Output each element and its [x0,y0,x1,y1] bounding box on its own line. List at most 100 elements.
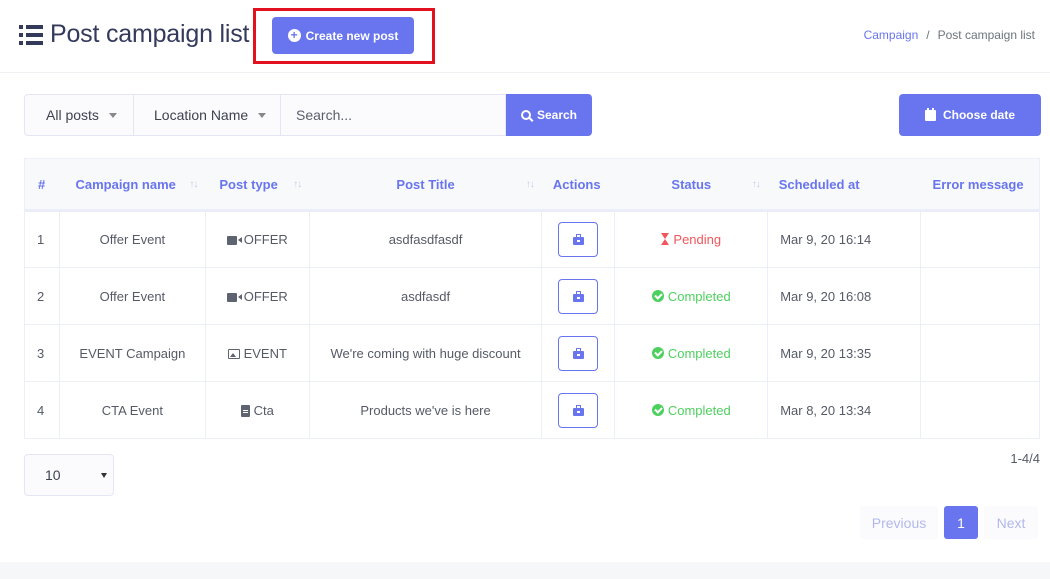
calendar-icon [924,107,936,121]
search-button[interactable]: Search [506,94,592,136]
post-title: We're coming with huge discount [308,324,543,382]
row-number: 1 [24,210,60,268]
column-header-post-title[interactable]: Post Title ↑↓ [309,158,542,212]
page-title: Post campaign list [50,20,250,48]
row-number: 4 [24,381,60,439]
scheduled-at: Mar 9, 20 16:14 [767,210,922,268]
action-button[interactable] [558,278,599,314]
check-circle-icon [651,289,664,302]
campaign-name: Offer Event [58,267,206,325]
page: Post campaign list + Create new post Cam… [0,0,1050,562]
caret-down-icon [101,473,107,478]
status-badge: Completed [667,345,731,361]
page-number-button[interactable]: 1 [944,506,978,539]
column-header-scheduled-at: Scheduled at [767,158,921,212]
create-new-post-label: Create new post [305,28,399,43]
post-type: OFFER [204,210,310,268]
sort-icon[interactable]: ↑↓ [752,179,761,190]
table-row: 1 Offer Event OFFER asdfasdfasdf Pending… [24,210,1040,268]
check-circle-icon [651,403,664,416]
scheduled-at: Mar 9, 20 13:35 [767,324,922,382]
page-size-value: 10 [45,467,61,483]
column-header-post-type[interactable]: Post type ↑↓ [205,158,310,212]
scheduled-at: Mar 9, 20 16:08 [767,267,922,325]
actions-cell [541,210,616,268]
briefcase-icon [573,234,585,245]
post-campaign-table: # Campaign name ↑↓ Post type ↑↓ Post Title… [24,158,1040,439]
title-wrap: Post campaign list [19,20,249,49]
post-title: asdfasdfasdf [308,210,543,268]
actions-cell [541,324,616,382]
table-row: 4 CTA Event Cta Products we've is here C… [24,381,1040,439]
row-number: 3 [24,324,60,382]
sort-icon[interactable]: ↑↓ [189,179,198,190]
error-message [920,210,1040,268]
campaign-name: CTA Event [58,381,206,439]
plus-circle-icon: + [287,29,301,42]
video-icon [226,236,242,246]
action-button[interactable] [558,335,599,371]
file-icon [240,405,250,418]
table-row: 3 EVENT Campaign EVENT We're coming with… [24,324,1040,382]
check-circle-icon [651,346,664,359]
table-row: 2 Offer Event OFFER asdfasdf Completed M… [24,267,1040,325]
action-button[interactable] [558,392,599,428]
choose-date-label: Choose date [942,108,1015,122]
caret-down-icon [258,112,267,118]
search-input[interactable] [281,94,506,136]
error-message [920,324,1040,382]
post-filter-value: All posts [46,107,99,123]
column-header-actions: Actions [541,158,615,212]
page-size-select[interactable]: 10 [24,454,114,496]
create-new-post-button[interactable]: + Create new post [272,17,414,54]
breadcrumb: Campaign / Post campaign list [864,28,1035,42]
column-header-campaign-name[interactable]: Campaign name ↑↓ [59,158,206,212]
briefcase-icon [573,404,585,416]
pagination: Previous 1 Next [860,506,1038,540]
column-header-number: # [24,158,60,212]
search-button-label: Search [536,108,578,122]
video-icon [226,292,242,302]
location-filter-value: Location Name [154,107,249,123]
status-badge: Pending [673,232,722,247]
location-filter-dropdown[interactable]: Location Name [134,94,281,136]
sort-icon[interactable]: ↑↓ [293,179,302,190]
status-cell: Completed [614,324,769,382]
status-cell: Completed [614,381,769,439]
caret-down-icon [108,112,117,118]
breadcrumb-current: Post campaign list [937,28,1035,42]
result-range: 1-4/4 [1010,451,1040,466]
list-icon [19,24,43,45]
previous-page-button[interactable]: Previous [860,506,938,539]
breadcrumb-campaign-link[interactable]: Campaign [864,28,919,42]
briefcase-icon [573,290,585,302]
breadcrumb-separator: / [926,28,930,42]
action-button[interactable] [558,222,599,257]
post-type: EVENT [204,324,310,382]
hourglass-icon [661,233,670,245]
status-cell: Pending [614,210,769,268]
actions-cell [541,381,616,439]
choose-date-button[interactable]: Choose date [899,94,1041,136]
post-type: Cta [204,381,310,439]
sort-icon[interactable]: ↑↓ [526,179,535,190]
post-filter-dropdown[interactable]: All posts [24,94,134,136]
campaign-name: Offer Event [58,210,206,268]
error-message [920,381,1040,439]
post-title: asdfasdf [308,267,543,325]
post-title: Products we've is here [308,381,543,439]
column-header-status[interactable]: Status ↑↓ [614,158,768,212]
next-page-button[interactable]: Next [984,506,1038,539]
status-cell: Completed [614,267,769,325]
scheduled-at: Mar 8, 20 13:34 [767,381,922,439]
post-type: OFFER [204,267,310,325]
table-header-row: # Campaign name ↑↓ Post type ↑↓ Post Title… [24,158,1040,212]
status-badge: Completed [667,402,731,418]
status-badge: Completed [667,288,731,304]
page-header: Post campaign list + Create new post Cam… [0,0,1050,73]
column-header-error-message: Error message [920,158,1040,212]
actions-cell [541,267,616,325]
row-number: 2 [24,267,60,325]
error-message [920,267,1040,325]
briefcase-icon [573,347,585,359]
